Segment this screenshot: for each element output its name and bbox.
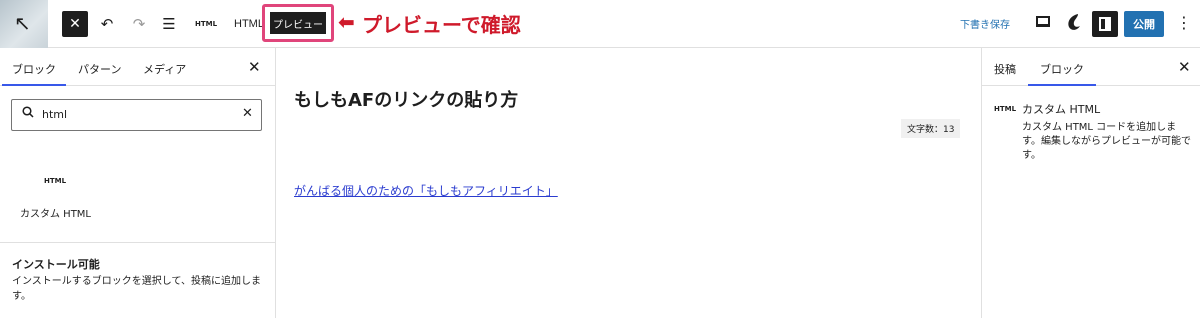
device-preview-icon[interactable] [1036, 16, 1050, 27]
tab-media[interactable]: メディア [143, 61, 186, 77]
tab-block[interactable]: ブロック [1028, 61, 1096, 86]
html-block-icon[interactable]: HTML [44, 177, 66, 185]
installable-title: インストール可能 [12, 258, 100, 271]
sidebar-tabs: 投稿 ブロック ✕ [982, 48, 1200, 86]
inserter-tabs: ブロック パターン メディア ✕ [0, 48, 276, 86]
list-view-icon[interactable]: ☰ [158, 11, 180, 37]
block-name: カスタム HTML [1022, 103, 1101, 116]
html-tab-button[interactable]: HTML [234, 11, 264, 37]
arrow-up-left-icon: ↖ [14, 11, 31, 35]
tab-blocks[interactable]: ブロック [2, 61, 66, 86]
post-title[interactable]: もしもAFのリンクの貼り方 [294, 86, 518, 112]
more-options-icon[interactable]: ⋮ [1176, 13, 1192, 32]
block-inserter-panel: ブロック パターン メディア ✕ html ✕ HTML カスタム HTML イ… [0, 48, 276, 318]
search-value: html [42, 108, 68, 121]
close-icon[interactable]: ✕ [1178, 58, 1191, 76]
top-toolbar: ↖ ✕ ↶ ↷ ☰ HTML HTML プレビュー ⬅ プレビューで確認 下書き… [0, 0, 1200, 48]
affiliate-link[interactable]: がんばる個人のための「もしもアフィリエイト」 [294, 182, 558, 199]
jetpack-swirl-icon[interactable] [1066, 13, 1082, 31]
preview-highlight-box: プレビュー [262, 4, 334, 42]
html-block-icon: HTML [994, 105, 1017, 113]
clear-search-icon[interactable]: ✕ [242, 106, 253, 121]
close-icon[interactable]: ✕ [248, 58, 261, 76]
annotation-arrow-icon: ⬅ [338, 10, 355, 34]
block-search-input[interactable]: html ✕ [11, 99, 262, 131]
divider [0, 242, 276, 243]
tab-patterns[interactable]: パターン [78, 61, 121, 77]
editor-canvas[interactable]: もしもAFのリンクの貼り方 文字数：13 がんばる個人のための「もしもアフィリエ… [276, 48, 981, 318]
word-count-badge: 文字数：13 [901, 119, 961, 138]
tab-post[interactable]: 投稿 [994, 61, 1016, 77]
annotation-text: プレビューで確認 [362, 13, 521, 37]
redo-icon[interactable]: ↷ [128, 11, 150, 37]
site-logo-button[interactable]: ↖ [0, 0, 48, 48]
save-draft-button[interactable]: 下書き保存 [960, 16, 1010, 31]
settings-toggle-button[interactable] [1092, 11, 1118, 37]
html-block-icon[interactable]: HTML [194, 11, 218, 37]
search-icon [22, 106, 34, 118]
block-result-label[interactable]: カスタム HTML [20, 205, 91, 220]
close-inserter-button[interactable]: ✕ [62, 11, 88, 37]
preview-button[interactable]: プレビュー [270, 12, 326, 34]
undo-icon[interactable]: ↶ [96, 11, 118, 37]
sidebar-icon [1099, 17, 1111, 31]
settings-sidebar: 投稿 ブロック ✕ HTML カスタム HTML カスタム HTML コードを追… [981, 48, 1200, 318]
block-description: カスタム HTML コードを追加します。編集しながらプレビューが可能です。 [1022, 122, 1191, 161]
installable-description: インストールするブロックを選択して、投稿に追加します。 [12, 276, 261, 302]
publish-button[interactable]: 公開 [1124, 11, 1164, 37]
